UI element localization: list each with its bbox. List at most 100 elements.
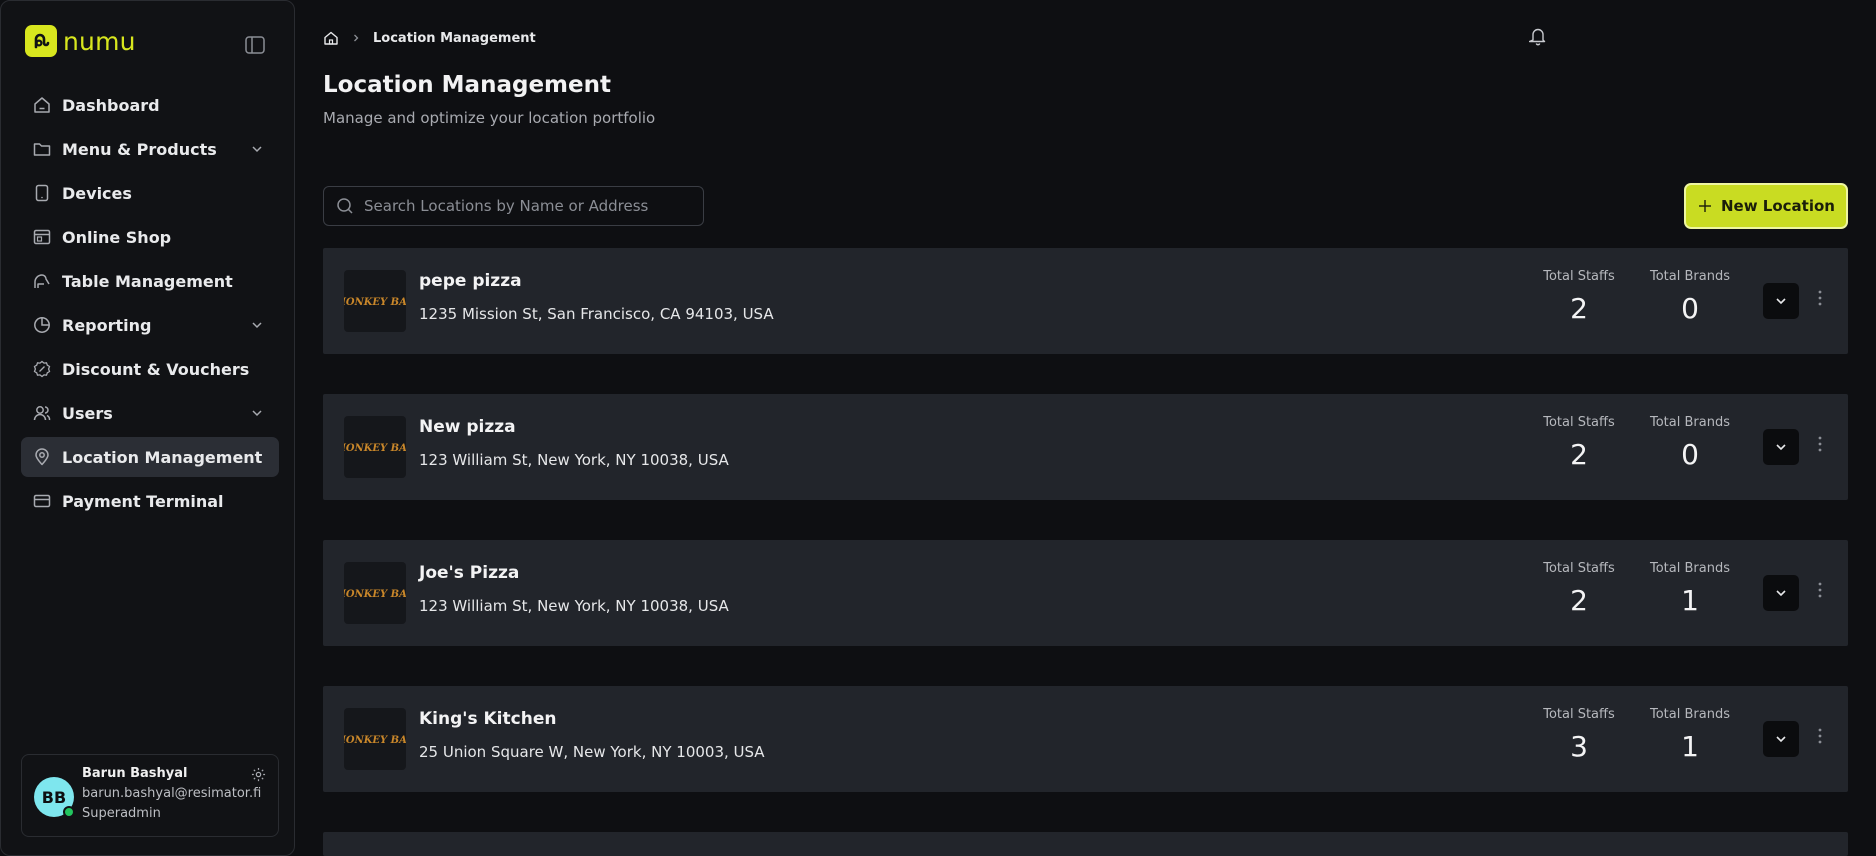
total-staffs-label: Total Staffs [1543,269,1615,284]
sidebar-item-label: Users [62,403,113,423]
chevron-down-icon [1776,736,1786,743]
sidebar-item-payment-terminal[interactable]: Payment Terminal [21,481,279,521]
expand-button[interactable] [1763,721,1799,757]
location-name[interactable]: pepe pizza [419,271,522,291]
search-input[interactable] [364,197,694,215]
total-staffs-value: 2 [1570,438,1588,471]
chevron-down-icon[interactable] [251,143,263,155]
total-brands-label: Total Brands [1650,269,1730,284]
more-options-icon[interactable] [1813,582,1827,604]
pie-chart-icon [33,316,51,334]
svg-text:MONKEY BAR: MONKEY BAR [344,297,406,308]
location-address: 123 William St, New York, NY 10038, USA [419,597,729,615]
more-options-icon[interactable] [1813,436,1827,458]
more-options-icon[interactable] [1813,290,1827,312]
sidebar-item-dashboard[interactable]: Dashboard [21,85,279,125]
total-brands-label: Total Brands [1650,561,1730,576]
location-logo: MONKEY BAR [344,416,406,478]
credit-card-icon [33,492,51,510]
total-brands-value: 0 [1681,292,1699,325]
sidebar-item-label: Reporting [62,315,152,335]
search-icon [336,197,354,215]
new-location-label: New Location [1721,197,1835,215]
chevron-down-icon[interactable] [251,407,263,419]
sidebar-item-label: Discount & Vouchers [62,359,250,379]
sidebar: numu Dashboard Menu & Products Devices O… [0,0,295,856]
total-brands-value: 1 [1681,584,1699,617]
total-staffs-label: Total Staffs [1543,561,1615,576]
sidebar-item-label: Dashboard [62,95,160,115]
sidebar-item-location-management[interactable]: Location Management [21,437,279,477]
total-staffs-value: 2 [1570,292,1588,325]
sidebar-item-discount-vouchers[interactable]: Discount & Vouchers [21,349,279,389]
user-profile-card[interactable]: BB Barun Bashyal barun.bashyal@resimator… [21,754,279,837]
location-card[interactable]: MONKEY BAR King's Kitchen 25 Union Squar… [323,686,1848,792]
sidebar-item-menu-products[interactable]: Menu & Products [21,129,279,169]
location-name[interactable]: Joe's Pizza [419,563,519,583]
page-subtitle: Manage and optimize your location portfo… [323,109,656,127]
location-address: 123 William St, New York, NY 10038, USA [419,451,729,469]
breadcrumb: Location Management [323,30,536,46]
users-icon [33,404,51,422]
sidebar-item-label: Payment Terminal [62,491,224,511]
store-icon [33,228,51,246]
new-location-button[interactable]: New Location [1684,183,1848,229]
chevron-down-icon [1776,298,1786,305]
sidebar-item-devices[interactable]: Devices [21,173,279,213]
total-staffs-label: Total Staffs [1543,415,1615,430]
brand-logo[interactable]: numu [25,25,136,57]
location-address: 25 Union Square W, New York, NY 10003, U… [419,743,765,761]
chevron-down-icon [1776,444,1786,451]
location-logo: MONKEY BAR [344,708,406,770]
table-icon [33,272,51,290]
location-address: 1235 Mission St, San Francisco, CA 94103… [419,305,774,323]
bell-icon[interactable] [1528,26,1547,46]
location-card-partial[interactable] [323,832,1848,856]
map-pin-icon [33,448,51,466]
more-options-icon[interactable] [1813,728,1827,750]
total-staffs-label: Total Staffs [1543,707,1615,722]
user-role: Superadmin [82,806,161,821]
sidebar-item-label: Online Shop [62,227,172,247]
location-card[interactable]: MONKEY BAR pepe pizza 1235 Mission St, S… [323,248,1848,354]
online-status-dot [63,806,75,818]
user-name: Barun Bashyal [82,766,188,781]
expand-button[interactable] [1763,429,1799,465]
total-brands-label: Total Brands [1650,707,1730,722]
expand-button[interactable] [1763,283,1799,319]
breadcrumb-current: Location Management [373,30,536,46]
plus-icon [1697,198,1713,214]
total-staffs-value: 2 [1570,584,1588,617]
svg-text:MONKEY BAR: MONKEY BAR [344,589,406,600]
user-email: barun.bashyal@resimator.fi [82,786,262,801]
home-icon[interactable] [323,30,339,46]
sidebar-item-table-management[interactable]: Table Management [21,261,279,301]
numu-logo-icon [25,25,57,57]
location-name[interactable]: King's Kitchen [419,709,556,729]
total-brands-label: Total Brands [1650,415,1730,430]
chevron-down-icon [1776,590,1786,597]
sidebar-item-online-shop[interactable]: Online Shop [21,217,279,257]
tablet-icon [33,184,51,202]
chevron-right-icon [351,33,361,43]
gear-icon[interactable] [251,767,266,782]
sidebar-nav: Dashboard Menu & Products Devices Online… [21,85,279,525]
total-brands-value: 1 [1681,730,1699,763]
expand-button[interactable] [1763,575,1799,611]
sidebar-item-reporting[interactable]: Reporting [21,305,279,345]
search-box[interactable] [323,186,704,226]
location-logo: MONKEY BAR [344,562,406,624]
sidebar-toggle-icon[interactable] [245,36,265,54]
sidebar-item-label: Devices [62,183,132,203]
sidebar-item-users[interactable]: Users [21,393,279,433]
location-card[interactable]: MONKEY BAR New pizza 123 William St, New… [323,394,1848,500]
location-card[interactable]: MONKEY BAR Joe's Pizza 123 William St, N… [323,540,1848,646]
sidebar-item-label: Location Management [62,447,263,467]
svg-text:MONKEY BAR: MONKEY BAR [344,735,406,746]
sidebar-item-label: Table Management [62,271,233,291]
chevron-down-icon[interactable] [251,319,263,331]
total-staffs-value: 3 [1570,730,1588,763]
location-name[interactable]: New pizza [419,417,516,437]
folder-icon [33,140,51,158]
app-name: numu [63,26,136,56]
